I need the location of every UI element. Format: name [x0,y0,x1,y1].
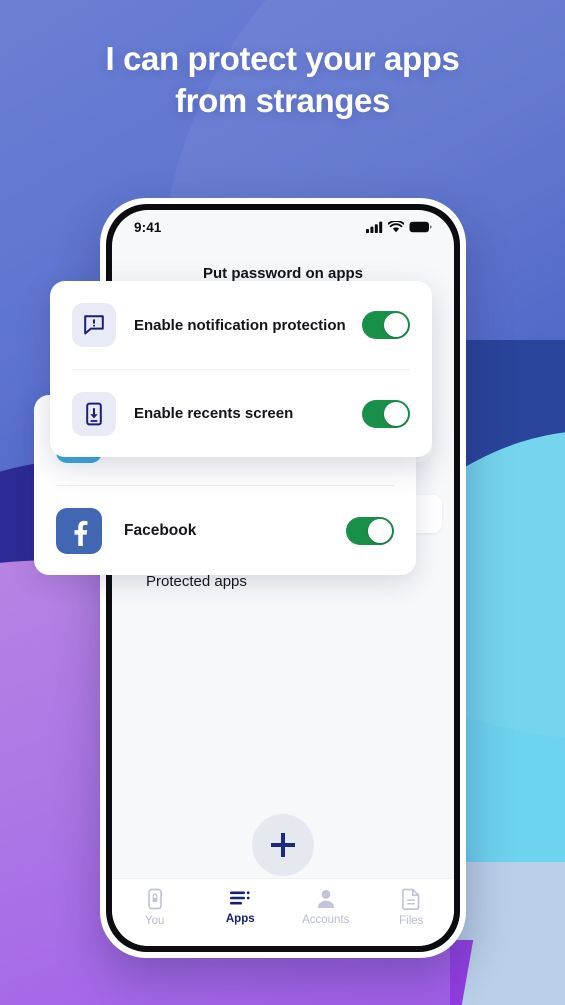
plus-icon [271,833,295,857]
wifi-icon [388,221,404,233]
battery-icon [409,221,432,233]
page-title: Put password on apps [202,265,364,282]
setting-row-notification-protection[interactable]: Enable notification protection [72,281,410,369]
phone-lock-icon [147,888,162,910]
phone-download-icon [72,391,116,436]
notification-alert-icon [72,303,116,347]
toggle-knob [384,313,408,337]
add-app-button[interactable] [252,814,314,876]
setting-row-recents-screen[interactable]: Enable recents screen [72,369,410,457]
nav-item-apps[interactable]: Apps [198,888,284,946]
facebook-icon [56,507,102,554]
nav-label-accounts: Accounts [302,914,350,926]
toggle-knob [384,401,408,426]
status-icon-group [366,221,432,233]
person-icon [317,890,334,908]
app-list-item-facebook[interactable]: Facebook [56,485,394,575]
nav-item-files[interactable]: Files [369,888,455,946]
nav-label-apps: Apps [225,913,255,925]
headline-line-2: from stranges [175,82,390,120]
headline: I can protect your apps from stranges [0,38,565,122]
settings-overlay-card: Enable notification protection Enable re… [50,281,432,457]
document-icon [401,888,420,910]
list-icon [230,891,250,905]
status-time: 9:41 [134,219,162,235]
status-bar: 9:41 [112,210,454,244]
cellular-signal-icon [366,221,383,233]
nav-label-you: You [145,915,165,927]
toggle-knob [368,518,392,543]
setting-label-notification-protection: Enable notification protection [134,316,346,334]
setting-toggle-notification-protection[interactable] [362,311,410,339]
app-toggle-facebook[interactable] [346,516,394,545]
headline-line-1: I can protect your apps [105,40,460,77]
nav-item-you[interactable]: You [112,888,198,946]
protected-apps-label: Protected apps [146,573,247,590]
bottom-navigation: You Apps Accounts Files [112,878,454,946]
nav-item-accounts[interactable]: Accounts [283,888,369,946]
app-name-facebook: Facebook [124,521,197,539]
setting-label-recents-screen: Enable recents screen [134,405,294,422]
nav-label-files: Files [399,915,424,927]
setting-toggle-recents-screen[interactable] [362,399,410,428]
promo-screenshot: I can protect your apps from stranges 9:… [0,0,565,1005]
